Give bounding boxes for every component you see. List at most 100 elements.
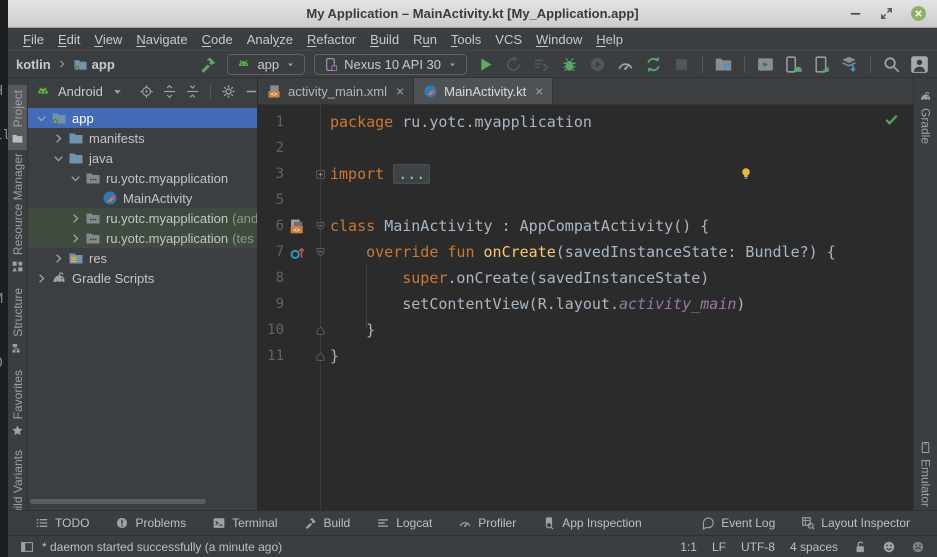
sync-gradle-button[interactable]	[644, 55, 663, 74]
close-tab-icon[interactable]: ×	[535, 84, 543, 98]
toolwindow-todo[interactable]: TODO	[22, 511, 102, 535]
menu-help[interactable]: Help	[589, 31, 630, 48]
menu-refactor[interactable]: Refactor	[300, 31, 363, 48]
override-gutter-icon[interactable]	[289, 244, 306, 261]
toolwindow-terminal[interactable]: Terminal	[199, 511, 290, 535]
tree-collapse-icon[interactable]	[51, 151, 66, 166]
stripe-project[interactable]: Project	[8, 85, 27, 150]
menu-vcs[interactable]: VCS	[488, 31, 529, 48]
toolwindow-layout-inspector[interactable]: Layout Inspector	[788, 516, 923, 530]
layout-gutter-icon[interactable]: <>	[289, 218, 306, 235]
fold-marker-icon[interactable]	[315, 351, 326, 362]
tree-collapse-icon[interactable]	[68, 171, 83, 186]
tree-item-package-main[interactable]: ru.yotc.myapplication	[28, 168, 257, 188]
code-editor[interactable]: 1package ru.yotc.myapplication23import .…	[258, 105, 913, 510]
indent-config[interactable]: 4 spaces	[790, 540, 838, 554]
menu-build[interactable]: Build	[363, 31, 406, 48]
maximize-window-icon[interactable]	[879, 6, 894, 21]
tree-expand-icon[interactable]	[68, 211, 83, 226]
stripe-gradle[interactable]: Gradle	[914, 85, 937, 149]
profile-app-button[interactable]	[616, 55, 635, 74]
stop-button[interactable]	[672, 55, 691, 74]
fold-marker-icon[interactable]	[315, 325, 326, 336]
apply-code-changes-button[interactable]	[532, 55, 551, 74]
breadcrumb-app[interactable]: app	[73, 57, 115, 72]
face-sad-icon[interactable]	[911, 540, 925, 554]
tree-item-gradle-scripts[interactable]: Gradle Scripts	[28, 268, 257, 288]
close-window-icon[interactable]	[910, 5, 927, 22]
minimize-window-icon[interactable]	[848, 6, 863, 21]
file-encoding[interactable]: UTF-8	[741, 540, 775, 554]
menu-navigate[interactable]: Navigate	[129, 31, 194, 48]
menu-code[interactable]: Code	[195, 31, 240, 48]
tab-mainactivity-kt[interactable]: MainActivity.kt×	[414, 78, 553, 104]
toolwindow-problems[interactable]: Problems	[102, 511, 199, 535]
code-line[interactable]: 7 override fun onCreate(savedInstanceSta…	[258, 239, 913, 265]
stripe-build-variants[interactable]: Build Variants	[8, 445, 27, 510]
toolwindow-event-log[interactable]: Event Log	[688, 516, 788, 530]
select-opened-file-button[interactable]	[139, 84, 154, 99]
stripe-favorites[interactable]: Favorites	[8, 365, 27, 442]
project-view-selector[interactable]: Android	[58, 84, 103, 99]
collapse-all-button[interactable]	[185, 84, 200, 99]
device-manager-button[interactable]	[784, 55, 803, 74]
tree-item-res[interactable]: res	[28, 248, 257, 268]
toolwindow-profiler[interactable]: Profiler	[445, 511, 529, 535]
toolwindow-logcat[interactable]: Logcat	[363, 511, 445, 535]
run-configuration-dropdown[interactable]: app	[227, 54, 305, 75]
tree-item-package-androidtest[interactable]: ru.yotc.myapplication(and	[28, 208, 257, 228]
menu-analyze[interactable]: Analyze	[240, 31, 300, 48]
tree-expand-icon[interactable]	[51, 131, 66, 146]
face-happy-icon[interactable]	[882, 540, 896, 554]
menu-edit[interactable]: Edit	[51, 31, 87, 48]
sdk-manager-button[interactable]	[840, 55, 859, 74]
tree-item-manifests[interactable]: manifests	[28, 128, 257, 148]
code-line[interactable]: 3import ...	[258, 161, 913, 187]
tree-expand-icon[interactable]	[34, 271, 49, 286]
device-file-explorer-button[interactable]	[714, 55, 733, 74]
logcat-button[interactable]	[756, 55, 775, 74]
build-project-button[interactable]	[199, 55, 218, 74]
stripe-structure[interactable]: Structure	[8, 283, 27, 360]
attach-debugger-button[interactable]	[588, 55, 607, 74]
menu-run[interactable]: Run	[406, 31, 444, 48]
stripe-resource-manager[interactable]: Resource Manager	[8, 148, 27, 278]
menu-tools[interactable]: Tools	[444, 31, 488, 48]
project-panel-hscrollbar[interactable]	[30, 499, 206, 504]
tab-activity-main-xml[interactable]: <>activity_main.xml×	[258, 78, 414, 104]
line-separator[interactable]: LF	[712, 540, 726, 554]
profile-avatar-button[interactable]	[910, 55, 929, 74]
close-tab-icon[interactable]: ×	[396, 84, 404, 98]
search-everywhere-button[interactable]	[882, 55, 901, 74]
code-line[interactable]: 9 setContentView(R.layout.activity_main)	[258, 291, 913, 317]
code-line[interactable]: 5	[258, 187, 913, 213]
tree-item-mainactivity[interactable]: MainActivity	[28, 188, 257, 208]
stripe-emulator[interactable]: Emulator	[914, 436, 937, 510]
expand-all-button[interactable]	[162, 84, 177, 99]
fold-marker-icon[interactable]	[315, 247, 326, 258]
hide-panel-button[interactable]	[244, 84, 259, 99]
menu-file[interactable]: File	[16, 31, 51, 48]
tree-item-java[interactable]: java	[28, 148, 257, 168]
toolwindow-toggle-icon[interactable]	[20, 540, 34, 554]
debug-button[interactable]	[560, 55, 579, 74]
device-dropdown[interactable]: Nexus 10 API 30	[314, 54, 467, 75]
menu-view[interactable]: View	[87, 31, 129, 48]
code-line[interactable]: 2	[258, 135, 913, 161]
apply-changes-button[interactable]	[504, 55, 523, 74]
breadcrumb-kotlin[interactable]: kotlin	[16, 57, 51, 72]
code-line[interactable]: 8 super.onCreate(savedInstanceState)	[258, 265, 913, 291]
toolwindow-app-inspection[interactable]: App Inspection	[529, 511, 654, 535]
code-line[interactable]: 10 }	[258, 317, 913, 343]
inspections-ok-icon[interactable]	[884, 112, 899, 127]
caret-position[interactable]: 1:1	[680, 540, 697, 554]
chevron-down-icon[interactable]	[110, 84, 125, 99]
tree-expand-icon[interactable]	[51, 251, 66, 266]
code-line[interactable]: 6<>class MainActivity : AppCompatActivit…	[258, 213, 913, 239]
code-line[interactable]: 11}	[258, 343, 913, 369]
tree-item-app[interactable]: app	[28, 108, 257, 128]
tree-collapse-icon[interactable]	[34, 111, 49, 126]
layout-inspector-toolbar-button[interactable]	[812, 55, 831, 74]
tree-expand-icon[interactable]	[68, 231, 83, 246]
tree-item-package-test[interactable]: ru.yotc.myapplication(tes	[28, 228, 257, 248]
